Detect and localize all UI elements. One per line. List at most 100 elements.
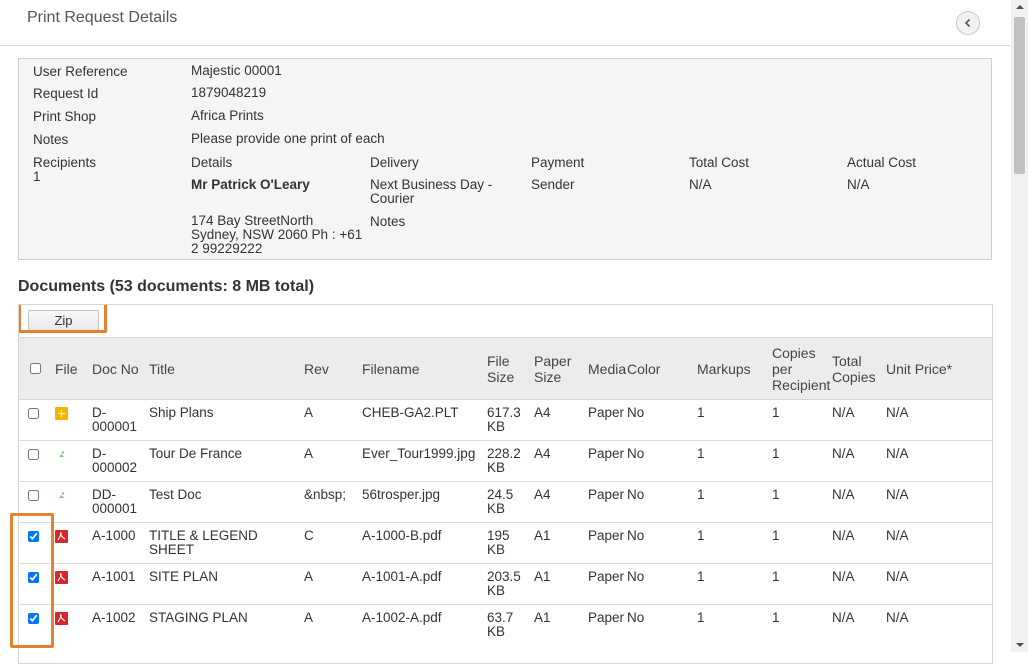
details-label: Details [191, 155, 233, 170]
checkbox-highlight-box [10, 513, 54, 648]
column-header[interactable]: File Size [483, 337, 530, 400]
recipient-name: Mr Patrick O'Leary [191, 177, 310, 192]
file-type-cell [51, 440, 88, 482]
table-row[interactable]: DD-000001 Test Doc &nbsp; 56trosper.jpg 24.5… [19, 481, 992, 523]
address-line2: Sydney, NSW 2060 Ph : +61 [191, 227, 363, 242]
cell-color: No [627, 610, 645, 625]
scroll-up-icon[interactable] [1011, 0, 1028, 14]
cell-markups: 1 [693, 563, 768, 605]
column-header[interactable]: Rev [300, 337, 358, 400]
cell-unit-price: N/A [882, 563, 992, 605]
cell-markups: 1 [693, 522, 768, 564]
table-row[interactable]: A-1002 STAGING PLAN A A-1002-A.pdf 63.7 KB A1… [19, 605, 992, 646]
table-row[interactable]: D-000001 Ship Plans A CHEB-GA2.PLT 617.3 KB A… [19, 399, 992, 441]
cell-title: Ship Plans [145, 399, 300, 441]
plt-file-icon[interactable] [55, 407, 68, 420]
column-header[interactable]: File [51, 337, 88, 400]
column-header[interactable]: Doc No [88, 337, 145, 400]
cell-media: Paper [584, 399, 624, 441]
notes-value: Please provide one print of each [191, 131, 385, 146]
cell-paper-size: A1 [530, 522, 584, 564]
row-select-checkbox[interactable] [28, 449, 39, 460]
file-type-cell [51, 522, 88, 564]
pdf-file-icon[interactable] [55, 571, 68, 584]
delivery-notes-label: Notes [370, 214, 406, 229]
cell-paper-size: A4 [530, 440, 584, 482]
cell-markups: 1 [693, 440, 768, 482]
column-header[interactable]: Markups [693, 337, 768, 400]
cell-paper-size: A1 [530, 563, 584, 605]
cell-filename: A-1002-A.pdf [362, 610, 442, 625]
column-header[interactable]: Filename [358, 337, 483, 400]
cell-media: Paper [584, 522, 624, 564]
cell-total-copies: N/A [828, 399, 882, 441]
cell-paper-size: A4 [530, 481, 584, 523]
recipients-label: Recipients [33, 155, 97, 170]
image-file-icon[interactable] [55, 489, 68, 502]
row-select-checkbox[interactable] [28, 490, 39, 501]
cell-title: Tour De France [145, 440, 300, 482]
back-button[interactable] [956, 11, 980, 35]
chevron-left-icon [964, 18, 971, 28]
cell-doc-no: A-1000 [88, 522, 145, 564]
table-row[interactable]: D-000002 Tour De France A Ever_Tour1999.jpg… [19, 440, 992, 482]
file-type-cell [51, 481, 88, 523]
cell-markups: 1 [697, 610, 705, 625]
column-header[interactable]: Total Copies [828, 337, 882, 400]
documents-table: File Doc No Title Rev Filename File Size… [19, 337, 992, 646]
delivery-value-line2: Courier [370, 191, 415, 206]
image-file-icon[interactable] [55, 448, 68, 461]
cell-copies-per-recipient: 1 [772, 610, 780, 625]
cell-filename: CHEB-GA2.PLT [358, 399, 483, 441]
cell-total-copies: N/A [828, 481, 882, 523]
table-row[interactable]: A-1001 SITE PLAN A A-1001-A.pdf 203.5 KB A1 Pa… [19, 563, 992, 605]
cell-rev: &nbsp; [300, 481, 358, 523]
user-reference-value: Majestic 00001 [191, 63, 282, 78]
recipients-count: 1 [33, 169, 41, 184]
table-row[interactable]: A-1000 TITLE & LEGEND SHEET C A-1000-B.pdf 1… [19, 522, 992, 564]
total-cost-label: Total Cost [689, 155, 750, 170]
file-type-cell [51, 605, 88, 646]
row-select-cell [19, 440, 51, 482]
pdf-file-icon[interactable] [55, 612, 68, 625]
cell-rev: A [300, 399, 358, 441]
cell-doc-no: A-1002 [92, 610, 136, 625]
row-select-checkbox[interactable] [28, 408, 39, 419]
cell-color: No [623, 481, 693, 523]
cell-total-copies: N/A [828, 440, 882, 482]
select-all-header [19, 337, 51, 400]
cell-copies-per-recipient: 1 [768, 440, 828, 482]
cell-markups: 1 [693, 481, 768, 523]
actual-cost-value: N/A [847, 177, 870, 192]
column-header[interactable]: Copies per Recipient [768, 337, 830, 400]
cell-file-size: 228.2 KB [483, 440, 530, 482]
cell-doc-no: A-1001 [88, 563, 145, 605]
scroll-down-icon[interactable] [1011, 638, 1028, 652]
column-header[interactable]: Paper Size [530, 337, 584, 400]
pdf-file-icon[interactable] [55, 530, 68, 543]
cell-total-copies: N/A [832, 610, 855, 625]
documents-heading: Documents (53 documents: 8 MB total) [18, 278, 315, 295]
cell-rev: A [300, 563, 358, 605]
select-all-checkbox[interactable] [30, 362, 41, 374]
cell-media: Paper [588, 610, 625, 625]
cell-title: SITE PLAN [145, 563, 300, 605]
request-id-value: 1879048219 [191, 85, 267, 100]
print-shop-label: Print Shop [33, 109, 97, 124]
documents-panel: Zip File Doc No Title Rev Filename File … [18, 304, 993, 664]
cell-filename: 56trosper.jpg [358, 481, 483, 523]
scrollbar-thumb[interactable] [1014, 17, 1025, 174]
cell-filename: Ever_Tour1999.jpg [358, 440, 483, 482]
column-header[interactable]: Media [584, 337, 626, 400]
cell-title: STAGING PLAN [149, 610, 248, 625]
vertical-scrollbar[interactable] [1011, 0, 1028, 652]
cell-rev: C [300, 522, 358, 564]
cell-rev: A [304, 610, 314, 625]
cell-unit-price: N/A [882, 481, 992, 523]
cell-doc-no: D-000001 [88, 399, 145, 441]
column-header[interactable]: Title [145, 337, 300, 400]
column-header[interactable]: Color [623, 337, 693, 400]
column-header[interactable]: Unit Price* [882, 337, 992, 400]
cell-media: Paper [584, 481, 624, 523]
delivery-label: Delivery [370, 155, 419, 170]
